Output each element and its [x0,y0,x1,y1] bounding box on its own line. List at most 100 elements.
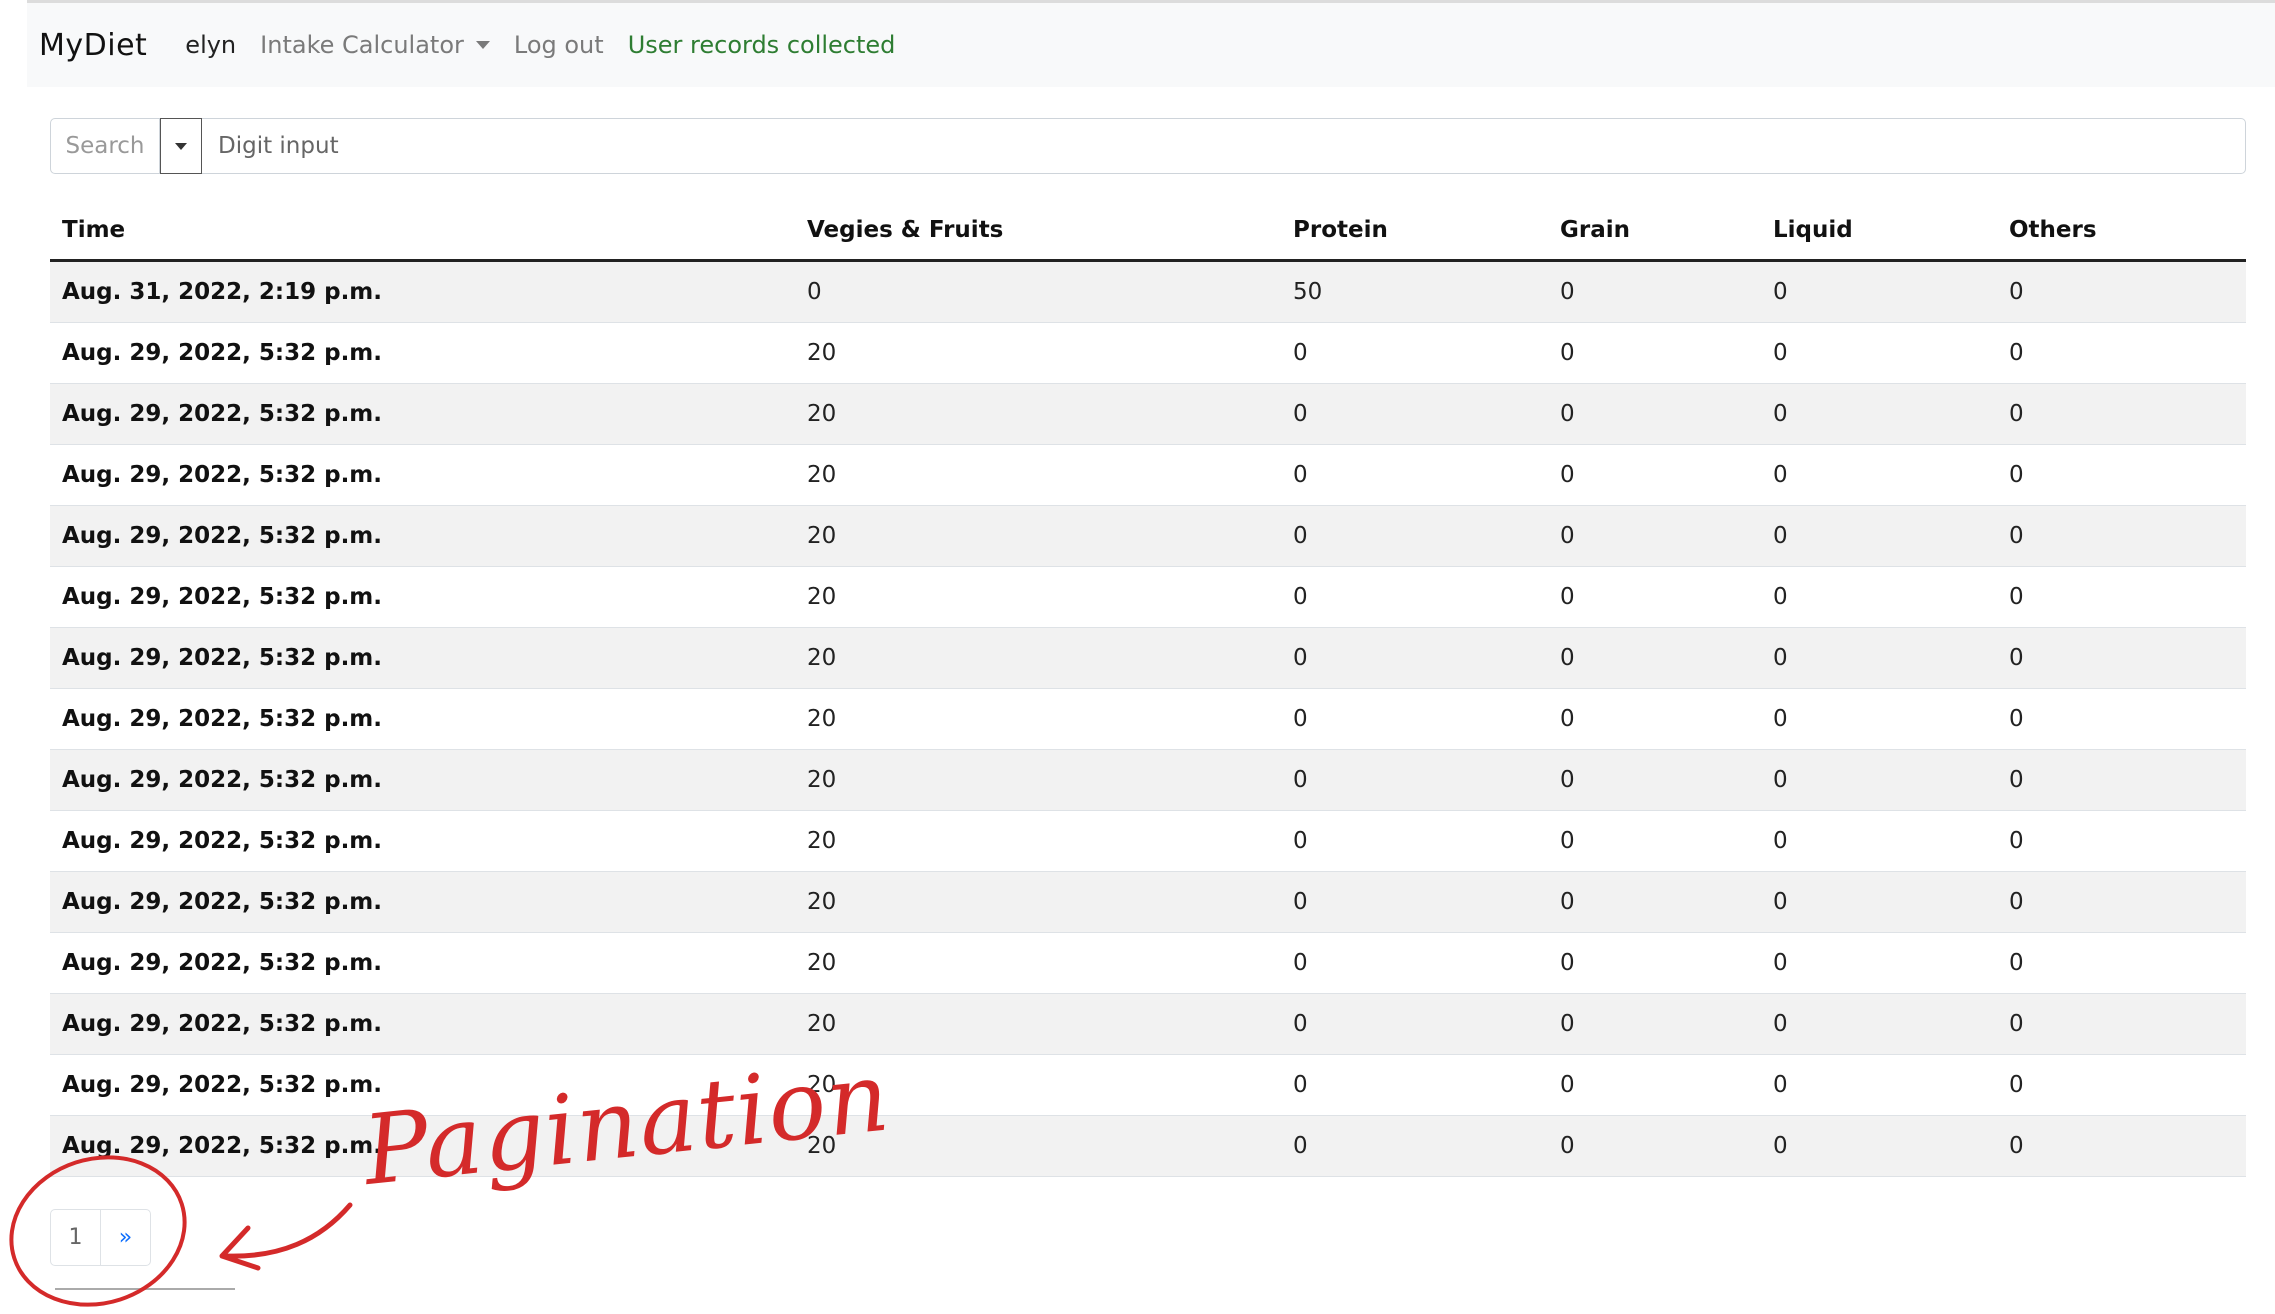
value-cell: 0 [1761,260,1997,323]
time-cell: Aug. 29, 2022, 5:32 p.m. [50,810,795,872]
table-row: Aug. 29, 2022, 5:32 p.m. 20 0 0 0 0 [50,749,2246,811]
time-cell: Aug. 31, 2022, 2:19 p.m. [50,260,795,323]
value-cell: 0 [1281,383,1548,445]
value-cell: 0 [1548,627,1761,689]
value-cell: 0 [1997,993,2246,1055]
table-row: Aug. 29, 2022, 5:32 p.m. 20 0 0 0 0 [50,627,2246,689]
navbar: MyDiet elyn Intake Calculator Log out Us… [27,3,2275,87]
value-cell: 0 [1548,444,1761,506]
pagination: 1 » [50,1209,151,1266]
search-bar: Search [50,118,2246,174]
value-cell: 0 [1997,688,2246,750]
value-cell: 0 [1548,810,1761,872]
value-cell: 0 [1997,810,2246,872]
page-current[interactable]: 1 [51,1210,101,1265]
table-row: Aug. 29, 2022, 5:32 p.m. 20 0 0 0 0 [50,688,2246,750]
table-row: Aug. 29, 2022, 5:32 p.m. 20 0 0 0 0 [50,566,2246,628]
caret-down-icon [175,142,187,150]
value-cell: 0 [1997,260,2246,323]
value-cell: 0 [1761,566,1997,628]
value-cell: 0 [1548,1115,1761,1177]
value-cell: 0 [1997,1115,2246,1177]
table-body: Aug. 31, 2022, 2:19 p.m. 0 50 0 0 0 Aug. 29, 2… [50,260,2246,1177]
search-button[interactable]: Search [51,119,160,173]
column-header: Liquid [1761,200,1997,262]
value-cell: 50 [1281,260,1548,323]
value-cell: 0 [1761,993,1997,1055]
brand-logo[interactable]: MyDiet [39,28,147,63]
table-row: Aug. 29, 2022, 5:32 p.m. 20 0 0 0 0 [50,322,2246,384]
value-cell: 0 [1761,871,1997,933]
value-cell: 0 [1548,566,1761,628]
records-table: Time Vegies & Fruits Protein Grain Liquid Oth… [50,200,2246,1177]
annotation-arrow-head [219,1225,261,1271]
value-cell: 20 [795,505,1281,567]
time-cell: Aug. 29, 2022, 5:32 p.m. [50,505,795,567]
value-cell: 0 [1281,1115,1548,1177]
value-cell: 0 [1761,505,1997,567]
value-cell: 0 [1281,444,1548,506]
time-cell: Aug. 29, 2022, 5:32 p.m. [50,444,795,506]
value-cell: 0 [1761,1115,1997,1177]
value-cell: 0 [1997,444,2246,506]
value-cell: 20 [795,688,1281,750]
logout-link[interactable]: Log out [514,31,604,59]
time-cell: Aug. 29, 2022, 5:32 p.m. [50,383,795,445]
value-cell: 0 [1548,749,1761,811]
value-cell: 0 [1761,688,1997,750]
table-row: Aug. 29, 2022, 5:32 p.m. 20 0 0 0 0 [50,810,2246,872]
table-row: Aug. 29, 2022, 5:32 p.m. 20 0 0 0 0 [50,444,2246,506]
column-header: Others [1997,200,2246,262]
intake-calculator-dropdown[interactable]: Intake Calculator [260,31,490,59]
caret-down-icon [475,41,490,49]
table-row: Aug. 29, 2022, 5:32 p.m. 20 0 0 0 0 [50,871,2246,933]
value-cell: 20 [795,871,1281,933]
digit-input-field[interactable] [202,119,2245,173]
value-cell: 0 [1548,1054,1761,1116]
intake-calculator-label: Intake Calculator [260,31,464,59]
value-cell: 0 [1548,932,1761,994]
time-cell: Aug. 29, 2022, 5:32 p.m. [50,627,795,689]
table-row: Aug. 29, 2022, 5:32 p.m. 20 0 0 0 0 [50,383,2246,445]
value-cell: 0 [1997,749,2246,811]
value-cell: 0 [1761,749,1997,811]
value-cell: 20 [795,322,1281,384]
table-row: Aug. 29, 2022, 5:32 p.m. 20 0 0 0 0 [50,932,2246,994]
column-header: Grain [1548,200,1761,262]
value-cell: 0 [1548,322,1761,384]
search-dropdown-toggle[interactable] [160,118,202,174]
table-header-row: Time Vegies & Fruits Protein Grain Liquid Oth… [50,200,2246,262]
value-cell: 0 [1997,1054,2246,1116]
value-cell: 0 [1281,505,1548,567]
value-cell: 20 [795,444,1281,506]
value-cell: 0 [1997,871,2246,933]
value-cell: 0 [1761,810,1997,872]
value-cell: 0 [1548,993,1761,1055]
column-header: Vegies & Fruits [795,200,1281,262]
value-cell: 0 [1281,1054,1548,1116]
value-cell: 0 [1281,688,1548,750]
time-cell: Aug. 29, 2022, 5:32 p.m. [50,322,795,384]
time-cell: Aug. 29, 2022, 5:32 p.m. [50,932,795,994]
value-cell: 0 [1281,627,1548,689]
value-cell: 20 [795,749,1281,811]
value-cell: 0 [1997,566,2246,628]
value-cell: 0 [1997,322,2246,384]
value-cell: 0 [1761,932,1997,994]
status-message: User records collected [627,31,896,59]
value-cell: 20 [795,810,1281,872]
value-cell: 0 [1997,383,2246,445]
value-cell: 0 [795,260,1281,323]
value-cell: 0 [1548,383,1761,445]
value-cell: 0 [1997,932,2246,994]
table-row: Aug. 29, 2022, 5:32 p.m. 20 0 0 0 0 [50,993,2246,1055]
value-cell: 0 [1281,566,1548,628]
nav-username[interactable]: elyn [185,31,236,59]
value-cell: 0 [1281,993,1548,1055]
value-cell: 0 [1281,322,1548,384]
value-cell: 0 [1761,322,1997,384]
value-cell: 0 [1997,627,2246,689]
time-cell: Aug. 29, 2022, 5:32 p.m. [50,871,795,933]
page-next-button[interactable]: » [101,1210,150,1265]
column-header: Time [50,200,795,262]
